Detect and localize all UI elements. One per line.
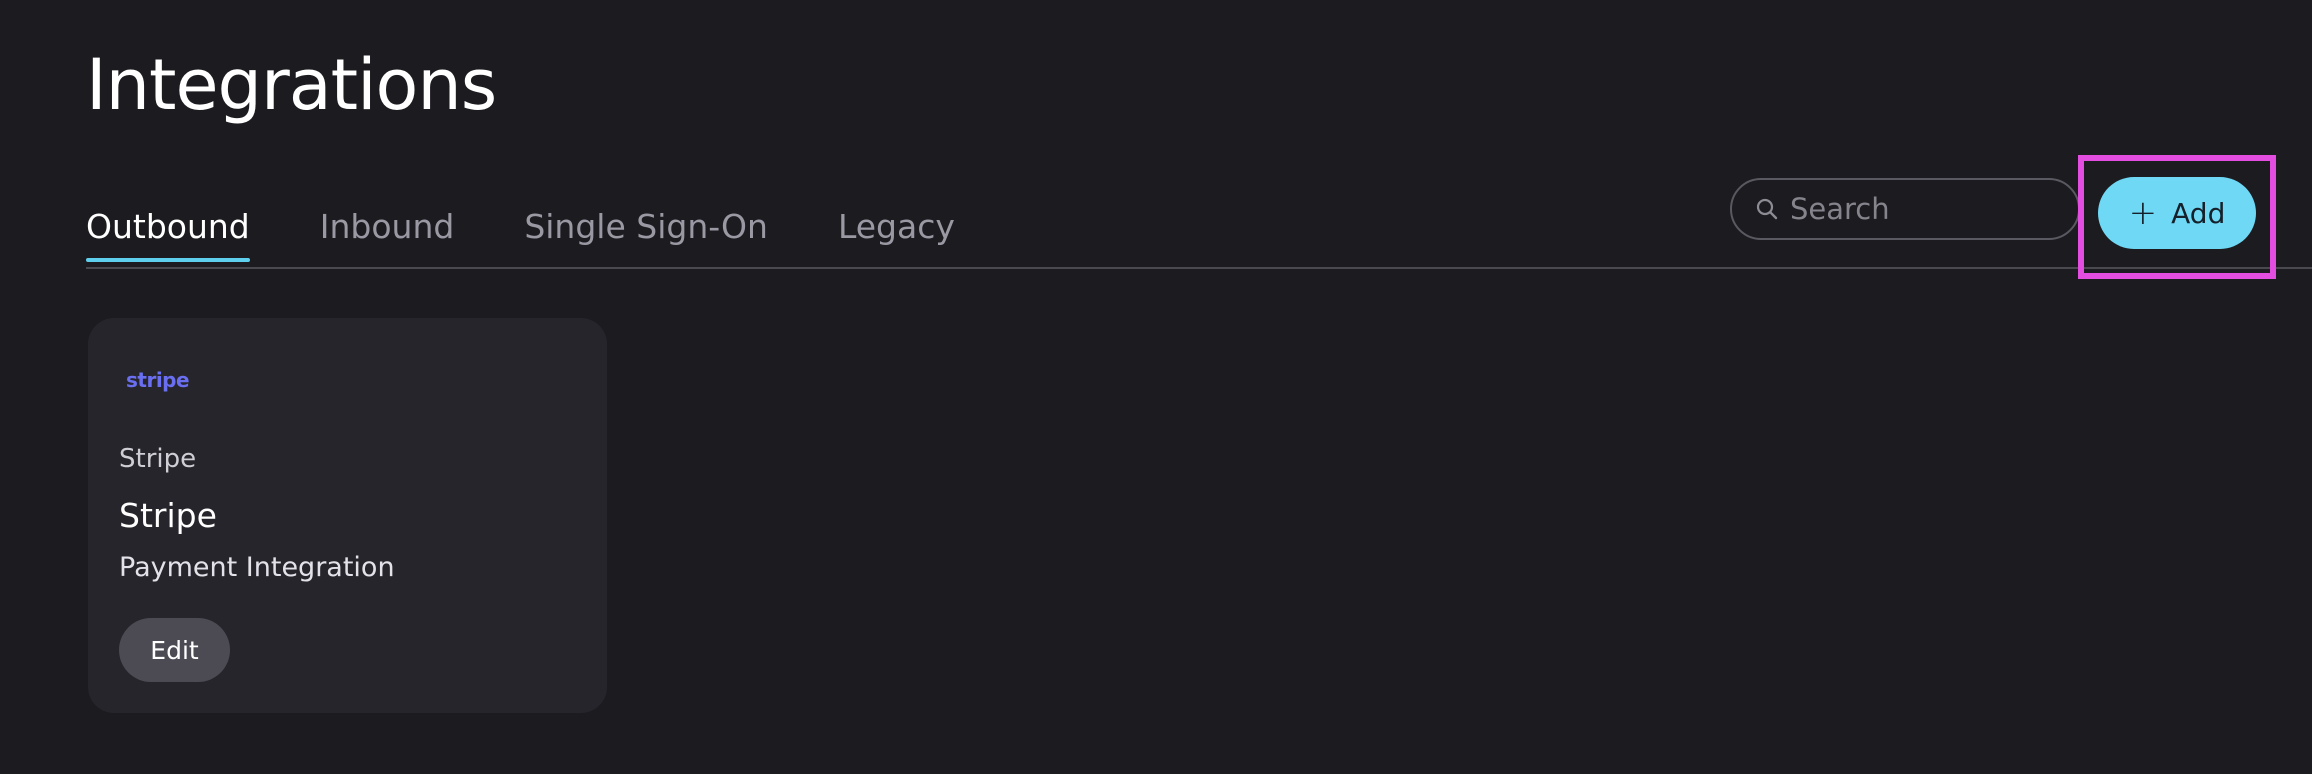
- tab-outbound[interactable]: Outbound: [86, 210, 250, 262]
- integration-tabs: Outbound Inbound Single Sign-On Legacy: [86, 210, 1025, 262]
- plus-icon: +: [2128, 193, 2158, 233]
- tab-inbound[interactable]: Inbound: [320, 210, 455, 259]
- page-title: Integrations: [86, 44, 497, 126]
- stripe-logo: stripe: [126, 368, 190, 392]
- tab-legacy[interactable]: Legacy: [838, 210, 955, 259]
- add-button[interactable]: + Add: [2098, 177, 2256, 249]
- tab-single-sign-on[interactable]: Single Sign-On: [524, 210, 768, 259]
- search-box[interactable]: [1730, 178, 2080, 240]
- integration-card-stripe: stripe Stripe Stripe Payment Integration…: [88, 318, 607, 713]
- edit-button[interactable]: Edit: [119, 618, 230, 682]
- integration-name: Stripe: [119, 496, 217, 535]
- search-icon: [1756, 198, 1778, 220]
- integration-description: Payment Integration: [119, 552, 395, 583]
- tabs-divider: [86, 267, 2312, 269]
- search-input[interactable]: [1788, 191, 2052, 227]
- integration-provider: Stripe: [119, 444, 197, 474]
- add-button-label: Add: [2171, 196, 2226, 230]
